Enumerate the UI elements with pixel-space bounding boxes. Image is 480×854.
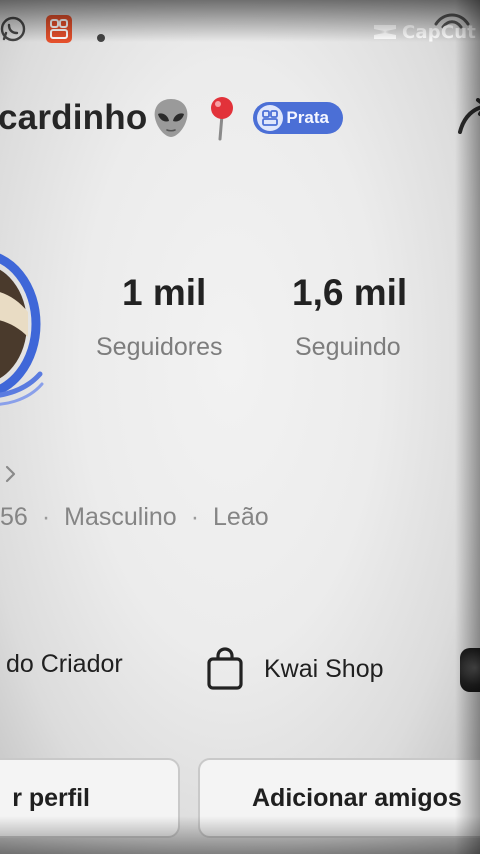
partial-thumbnail[interactable] <box>460 648 480 692</box>
profile-screen: CapCut cardinho Prata 1 mil Seguidores 1… <box>0 0 480 854</box>
info-separator: · <box>41 503 51 531</box>
notification-dot-icon <box>97 34 105 42</box>
capcut-watermark: CapCut <box>372 18 476 46</box>
followers-count[interactable]: 1 mil <box>122 272 206 314</box>
alien-emoji-icon <box>155 99 188 137</box>
edit-profile-label: r perfil <box>12 783 90 812</box>
badge-label: Prata <box>286 108 329 127</box>
add-friends-label: Adicionar amigos <box>252 783 462 812</box>
round-pushpin-icon <box>211 97 234 141</box>
status-bar-left <box>0 10 120 46</box>
profile-header: cardinho Prata <box>0 88 420 148</box>
badge-icon <box>257 105 284 131</box>
profile-info-line: 56 · Masculino · Leão <box>0 503 269 532</box>
user-id-partial: 56 <box>0 503 28 531</box>
creator-center-link[interactable]: do Criador <box>6 650 123 679</box>
zodiac-sign-label: Leão <box>213 503 269 531</box>
kwai-shop-label: Kwai Shop <box>264 654 384 683</box>
followers-label[interactable]: Seguidores <box>96 333 222 362</box>
gender-label: Masculino <box>64 503 177 531</box>
profile-links-row: do Criador Kwai Shop <box>0 640 480 700</box>
info-separator: · <box>190 503 200 531</box>
capcut-logo-icon <box>374 25 396 39</box>
whatsapp-icon <box>0 16 26 42</box>
kwai-shop-link[interactable]: Kwai Shop <box>206 644 384 694</box>
shopping-bag-icon <box>207 647 243 690</box>
chevron-right-icon[interactable] <box>4 462 18 486</box>
share-icon[interactable] <box>458 98 480 140</box>
avatar[interactable] <box>0 242 44 412</box>
capcut-label: CapCut <box>402 21 477 43</box>
following-count[interactable]: 1,6 mil <box>292 272 407 314</box>
kwai-app-icon <box>46 15 72 43</box>
add-friends-button[interactable]: Adicionar amigos <box>198 758 480 838</box>
edit-profile-button[interactable]: r perfil <box>0 758 180 838</box>
level-badge[interactable]: Prata <box>253 102 343 134</box>
username: cardinho <box>0 98 148 137</box>
following-label[interactable]: Seguindo <box>295 333 401 362</box>
